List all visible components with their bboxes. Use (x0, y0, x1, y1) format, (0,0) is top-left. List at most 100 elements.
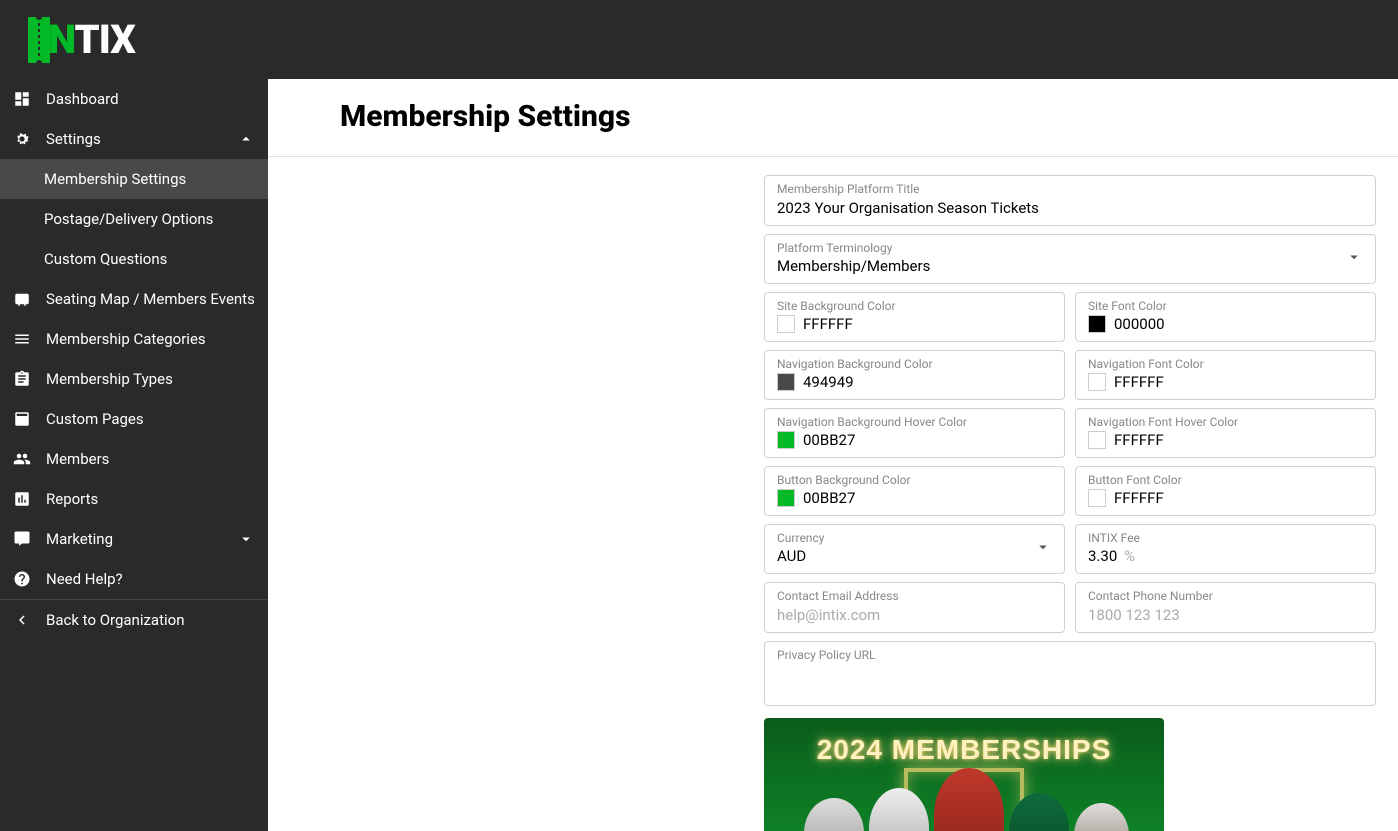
sidebar-item-custom-pages[interactable]: Custom Pages (0, 399, 268, 439)
color-swatch[interactable] (1088, 489, 1106, 507)
color-swatch[interactable] (777, 373, 795, 391)
app-header: NTIX (0, 0, 1398, 79)
chevron-left-icon (12, 610, 32, 630)
field-label: Contact Email Address (777, 589, 1052, 603)
field-button-bg-color[interactable]: Button Background Color (764, 466, 1065, 516)
field-currency[interactable]: Currency AUD (764, 524, 1065, 574)
color-swatch[interactable] (1088, 315, 1106, 333)
currency-select-value: AUD (777, 547, 1052, 565)
chevron-down-icon (236, 529, 256, 549)
chevron-up-icon (236, 129, 256, 149)
phone-input[interactable] (1088, 606, 1363, 624)
field-label: Site Background Color (777, 299, 1052, 313)
field-label: Navigation Font Hover Color (1088, 415, 1363, 429)
sidebar-item-reports[interactable]: Reports (0, 479, 268, 519)
field-contact-email[interactable]: Contact Email Address (764, 582, 1065, 633)
color-swatch[interactable] (1088, 431, 1106, 449)
field-platform-title[interactable]: Membership Platform Title (764, 175, 1376, 226)
field-label: Navigation Background Color (777, 357, 1052, 371)
field-nav-bg-color[interactable]: Navigation Background Color (764, 350, 1065, 400)
field-label: Membership Platform Title (777, 182, 1363, 196)
chart-icon (12, 489, 32, 509)
field-label: Contact Phone Number (1088, 589, 1363, 603)
page-header: Membership Settings (268, 79, 1398, 157)
sidebar-item-membership-categories[interactable]: Membership Categories (0, 319, 268, 359)
field-label: Platform Terminology (777, 241, 1363, 255)
sidebar-item-postage-delivery[interactable]: Postage/Delivery Options (0, 199, 268, 239)
email-input[interactable] (777, 606, 1052, 624)
page-title: Membership Settings (340, 99, 1398, 134)
field-button-font-color[interactable]: Button Font Color (1075, 466, 1376, 516)
button-bg-input[interactable] (803, 489, 1052, 507)
pages-icon (12, 409, 32, 429)
site-bg-input[interactable] (803, 315, 1052, 333)
field-label: Navigation Background Hover Color (777, 415, 1052, 429)
field-platform-terminology[interactable]: Platform Terminology Membership/Members (764, 234, 1376, 284)
promo-image: 2024 MEMBERSHIPS (764, 718, 1164, 831)
color-swatch[interactable] (777, 489, 795, 507)
sidebar-item-need-help[interactable]: Need Help? (0, 559, 268, 599)
sidebar-item-membership-types[interactable]: Membership Types (0, 359, 268, 399)
field-label: Currency (777, 531, 1052, 545)
clipboard-icon (12, 369, 32, 389)
field-label: Navigation Font Color (1088, 357, 1363, 371)
nav-font-input[interactable] (1114, 373, 1363, 391)
members-icon (12, 449, 32, 469)
settings-form: Membership Platform Title Platform Termi… (764, 175, 1376, 831)
field-label: Site Font Color (1088, 299, 1363, 313)
field-label: Button Font Color (1088, 473, 1363, 487)
privacy-input[interactable] (777, 665, 1363, 683)
megaphone-icon (12, 529, 32, 549)
nav-hover-bg-input[interactable] (803, 431, 1052, 449)
sidebar-item-marketing[interactable]: Marketing (0, 519, 268, 559)
dashboard-icon (12, 89, 32, 109)
sidebar-item-membership-settings[interactable]: Membership Settings (0, 159, 268, 199)
field-site-font-color[interactable]: Site Font Color (1075, 292, 1376, 342)
platform-title-input[interactable] (777, 199, 1363, 217)
field-label: Privacy Policy URL (777, 648, 1363, 662)
color-swatch[interactable] (777, 315, 795, 333)
sidebar: Dashboard Settings Membership Settings P… (0, 79, 268, 831)
sidebar-item-label: Need Help? (46, 570, 256, 588)
field-privacy-url[interactable]: Privacy Policy URL (764, 641, 1376, 706)
field-nav-hover-font-color[interactable]: Navigation Font Hover Color (1075, 408, 1376, 458)
sidebar-item-back-to-org[interactable]: Back to Organization (0, 599, 268, 639)
field-intix-fee[interactable]: INTIX Fee % (1075, 524, 1376, 574)
sidebar-item-label: Marketing (46, 530, 236, 548)
sidebar-item-label: Membership Categories (46, 330, 256, 348)
color-swatch[interactable] (777, 431, 795, 449)
sidebar-item-label: Membership Types (46, 370, 256, 388)
sidebar-item-label: Seating Map / Members Events (46, 290, 256, 308)
nav-hover-font-input[interactable] (1114, 431, 1363, 449)
site-font-input[interactable] (1114, 315, 1363, 333)
color-swatch[interactable] (1088, 373, 1106, 391)
sidebar-item-label: Postage/Delivery Options (44, 210, 256, 228)
sidebar-item-label: Reports (46, 490, 256, 508)
field-nav-hover-bg-color[interactable]: Navigation Background Hover Color (764, 408, 1065, 458)
sidebar-item-custom-questions[interactable]: Custom Questions (0, 239, 268, 279)
sidebar-item-label: Back to Organization (46, 611, 256, 629)
sidebar-item-settings[interactable]: Settings (0, 119, 268, 159)
ticket-icon (28, 17, 50, 63)
sidebar-item-seating-map[interactable]: Seating Map / Members Events (0, 279, 268, 319)
fee-input[interactable] (1088, 547, 1128, 565)
terminology-select-value: Membership/Members (777, 257, 1363, 275)
sidebar-item-label: Custom Pages (46, 410, 256, 428)
field-nav-font-color[interactable]: Navigation Font Color (1075, 350, 1376, 400)
sidebar-item-label: Settings (46, 130, 236, 148)
field-site-bg-color[interactable]: Site Background Color (764, 292, 1065, 342)
nav-bg-input[interactable] (803, 373, 1052, 391)
sidebar-item-dashboard[interactable]: Dashboard (0, 79, 268, 119)
sidebar-item-members[interactable]: Members (0, 439, 268, 479)
button-font-input[interactable] (1114, 489, 1363, 507)
sidebar-item-label: Dashboard (46, 90, 256, 108)
sidebar-item-label: Membership Settings (44, 170, 256, 188)
field-label: Button Background Color (777, 473, 1052, 487)
seat-icon (12, 289, 32, 309)
main-content: Membership Settings Membership Platform … (268, 79, 1398, 831)
sidebar-item-label: Custom Questions (44, 250, 256, 268)
field-contact-phone[interactable]: Contact Phone Number (1075, 582, 1376, 633)
content-scroll[interactable]: Membership Platform Title Platform Termi… (268, 157, 1398, 831)
gear-icon (12, 129, 32, 149)
field-label: INTIX Fee (1088, 531, 1363, 545)
